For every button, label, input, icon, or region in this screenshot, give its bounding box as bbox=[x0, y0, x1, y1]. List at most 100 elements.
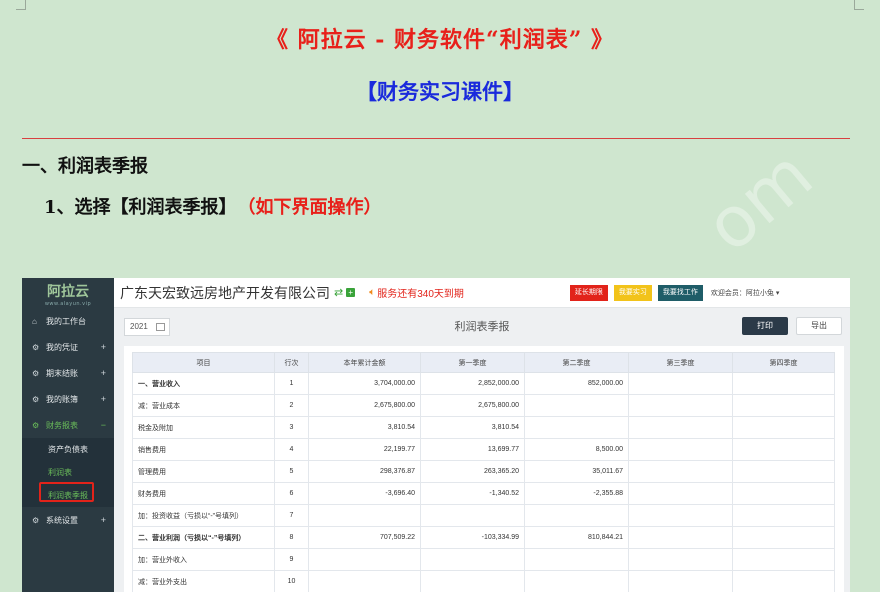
sidebar: 阿拉云 www.alayun.vip ⌂ 我的工作台 ⚙ 我的凭证 + ⚙ 期末结账 + ⚙ 我的… bbox=[22, 278, 114, 592]
table-cell-q2: 8,500.00 bbox=[524, 438, 629, 461]
document-title: 《 阿拉云 - 财务软件“利润表” 》 bbox=[265, 27, 615, 53]
expand-icon: + bbox=[100, 515, 106, 525]
table-cell-q2 bbox=[524, 416, 629, 439]
table-cell-q3 bbox=[628, 504, 733, 527]
sidebar-item[interactable]: ⚙ 期末结账 + bbox=[22, 360, 114, 386]
table-cell-q4 bbox=[732, 504, 835, 527]
sidebar-item[interactable]: ⚙ 系统设置 + bbox=[22, 507, 114, 533]
table-cell-q4 bbox=[732, 460, 835, 483]
table-cell-q2 bbox=[524, 548, 629, 571]
sidebar-subitem[interactable]: 资产负债表 bbox=[22, 438, 114, 461]
table-cell-q1: 2,675,800.00 bbox=[420, 394, 525, 417]
table-cell-q2 bbox=[524, 570, 629, 592]
expand-icon: + bbox=[100, 394, 106, 404]
sidebar-item-label: 期末结账 bbox=[46, 368, 78, 378]
speaker-icon: 🔈︎ bbox=[369, 287, 376, 298]
column-header: 第三季度 bbox=[628, 352, 733, 373]
table-cell-ytd: 3,810.54 bbox=[308, 416, 421, 439]
table-cell-ytd: -3,696.40 bbox=[308, 482, 421, 505]
watermark: om bbox=[690, 133, 828, 268]
selection-highlight bbox=[39, 482, 94, 502]
sidebar-item[interactable]: ⚙ 我的账簿 + bbox=[22, 386, 114, 412]
table-cell-name: 加：投资收益（亏损以“-”号填列） bbox=[132, 504, 275, 527]
sidebar-item[interactable]: ⚙ 我的凭证 + bbox=[22, 334, 114, 360]
extend-button[interactable]: 延长期限 bbox=[569, 284, 608, 301]
title-divider bbox=[22, 138, 850, 139]
table-cell-q1: 3,810.54 bbox=[420, 416, 525, 439]
report-table-container: 项目 行次 本年累计金额 第一季度 第二季度 第三季度 第四季度 一、营业收入 1 3,704,… bbox=[124, 346, 844, 592]
table-cell-q1: 2,852,000.00 bbox=[420, 372, 525, 395]
table-row: 财务费用 6 -3,696.40 -1,340.52 -2,355.88 bbox=[132, 482, 835, 505]
sidebar-item[interactable]: ⌂ 我的工作台 bbox=[22, 308, 114, 334]
table-cell-q1 bbox=[420, 548, 525, 571]
table-cell-q3 bbox=[628, 394, 733, 417]
table-cell-q4 bbox=[732, 372, 835, 395]
app-logo[interactable]: 阿拉云 www.alayun.vip bbox=[22, 278, 114, 308]
gears-icon: ⚙ bbox=[32, 342, 40, 352]
service-notice: 服务还有340天到期 bbox=[377, 289, 464, 300]
table-cell-q2 bbox=[524, 394, 629, 417]
sidebar-item-label: 财务报表 bbox=[46, 420, 78, 430]
switch-company-icon[interactable]: ⇄ bbox=[334, 286, 343, 299]
sidebar-item-label: 我的账簿 bbox=[46, 394, 78, 404]
table-cell-name: 销售费用 bbox=[132, 438, 275, 461]
add-company-icon[interactable]: + bbox=[346, 288, 356, 297]
page-corner-mark-right bbox=[854, 0, 864, 10]
table-cell-q2: 35,011.67 bbox=[524, 460, 629, 483]
table-cell-name: 减：营业外支出 bbox=[132, 570, 275, 592]
export-button[interactable]: 导出 bbox=[796, 317, 842, 335]
table-cell-name: 税金及附加 bbox=[132, 416, 275, 439]
table-cell-line: 6 bbox=[274, 482, 309, 505]
table-row: 税金及附加 3 3,810.54 3,810.54 bbox=[132, 416, 835, 439]
table-cell-q2 bbox=[524, 504, 629, 527]
step-heading-note: （如下界面操作） bbox=[246, 197, 382, 218]
table-cell-name: 二、营业利润（亏损以“-”号填列） bbox=[132, 526, 275, 549]
table-cell-line: 1 bbox=[274, 372, 309, 395]
table-body: 一、营业收入 1 3,704,000.00 2,852,000.00 852,000.0… bbox=[132, 372, 835, 592]
report-title: 利润表季报 bbox=[454, 321, 510, 333]
gears-icon: ⚙ bbox=[32, 368, 40, 378]
table-cell-q4 bbox=[732, 482, 835, 505]
practice-button[interactable]: 我要实习 bbox=[613, 284, 652, 301]
table-cell-q2: 810,844.21 bbox=[524, 526, 629, 549]
expand-icon: + bbox=[100, 342, 106, 352]
table-cell-ytd: 22,199.77 bbox=[308, 438, 421, 461]
table-cell-q2: -2,355.88 bbox=[524, 482, 629, 505]
sidebar-subitem[interactable]: 利润表 bbox=[22, 461, 114, 484]
table-row: 一、营业收入 1 3,704,000.00 2,852,000.00 852,000.0… bbox=[132, 372, 835, 395]
table-row: 加：营业外收入 9 bbox=[132, 548, 835, 571]
table-cell-q4 bbox=[732, 438, 835, 461]
sidebar-item-label: 系统设置 bbox=[46, 515, 78, 525]
table-row: 二、营业利润（亏损以“-”号填列） 8 707,509.22 -103,334.99 8… bbox=[132, 526, 835, 549]
table-cell-name: 加：营业外收入 bbox=[132, 548, 275, 571]
table-cell-q4 bbox=[732, 394, 835, 417]
table-cell-ytd bbox=[308, 548, 421, 571]
table-row: 减：营业外支出 10 bbox=[132, 570, 835, 592]
gears-icon: ⚙ bbox=[32, 394, 40, 404]
column-header: 项目 bbox=[132, 352, 275, 373]
table-cell-line: 2 bbox=[274, 394, 309, 417]
table-cell-q4 bbox=[732, 548, 835, 571]
section-heading: 一、利润表季报 bbox=[22, 156, 148, 177]
table-cell-ytd bbox=[308, 504, 421, 527]
table-row: 销售费用 4 22,199.77 13,699.77 8,500.00 bbox=[132, 438, 835, 461]
expand-icon: + bbox=[100, 368, 106, 378]
user-menu[interactable]: 欢迎会员：阿拉小兔 ▾ bbox=[711, 288, 779, 298]
table-cell-name: 减：营业成本 bbox=[132, 394, 275, 417]
sidebar-item[interactable]: ⚙ 财务报表 − bbox=[22, 412, 114, 438]
collapse-icon: − bbox=[100, 420, 106, 430]
table-cell-q1: -1,340.52 bbox=[420, 482, 525, 505]
print-button[interactable]: 打印 bbox=[742, 317, 788, 335]
table-cell-line: 5 bbox=[274, 460, 309, 483]
table-cell-ytd: 707,509.22 bbox=[308, 526, 421, 549]
table-cell-q2: 852,000.00 bbox=[524, 372, 629, 395]
sidebar-item-label: 我的工作台 bbox=[46, 316, 86, 326]
table-cell-name: 管理费用 bbox=[132, 460, 275, 483]
company-name: 广东天宏致远房地产开发有限公司 bbox=[120, 284, 330, 301]
sidebar-item-label: 我的凭证 bbox=[46, 342, 78, 352]
table-cell-q3 bbox=[628, 526, 733, 549]
table-cell-name: 一、营业收入 bbox=[132, 372, 275, 395]
find-job-button[interactable]: 我要找工作 bbox=[657, 284, 703, 301]
home-icon: ⌂ bbox=[32, 316, 37, 326]
table-cell-q4 bbox=[732, 416, 835, 439]
